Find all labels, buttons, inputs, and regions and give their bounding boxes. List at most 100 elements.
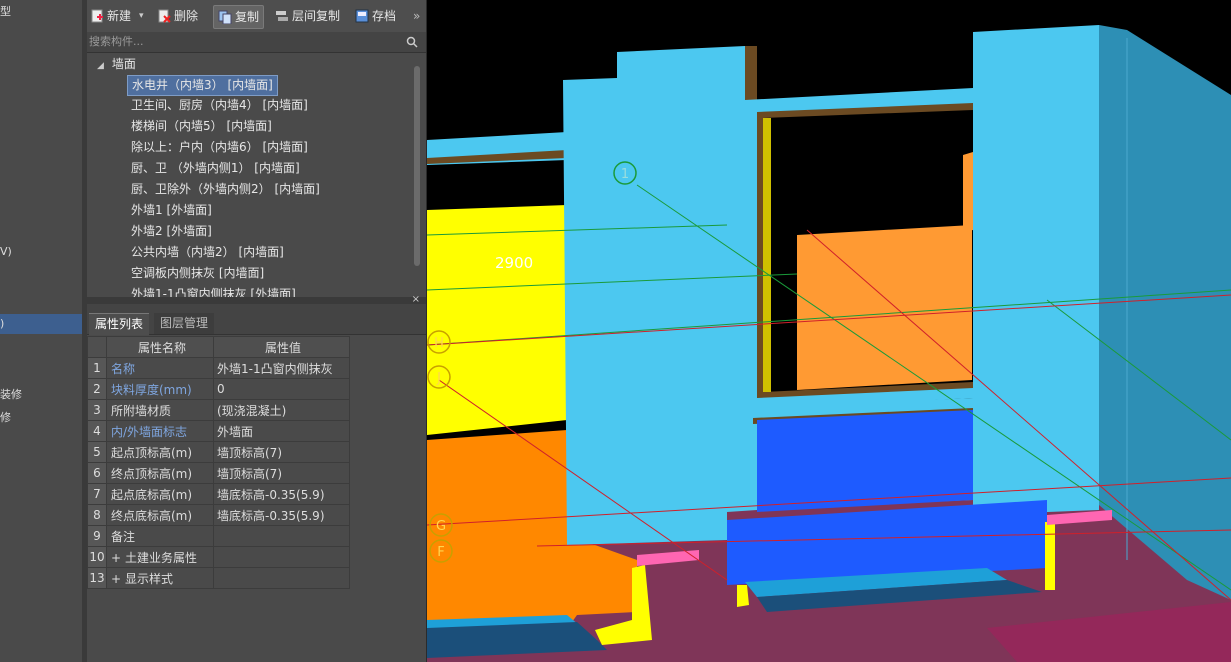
axis-marker-1: 1 <box>621 167 629 182</box>
property-name: 所附墙材质 <box>106 399 214 421</box>
property-value[interactable]: 外墙面 <box>213 420 350 442</box>
left-nav-panel: 型 V) ) 装修 修 <box>0 0 83 662</box>
property-name: 起点底标高(m) <box>106 483 214 505</box>
property-value <box>213 546 350 568</box>
tree-item-selected[interactable]: 水电井（内墙3） [内墙面] <box>127 75 278 96</box>
copy-button[interactable]: 复制 <box>213 5 265 29</box>
left-nav-item[interactable]: 装修 <box>0 385 82 405</box>
property-value[interactable]: 墙底标高-0.35(5.9) <box>213 504 350 526</box>
left-nav-item-label: 装修 <box>0 388 22 401</box>
tree-item-label: 水电井（内墙3） [内墙面] <box>132 78 273 92</box>
archive-icon <box>355 9 369 23</box>
row-number: 8 <box>87 504 107 526</box>
new-dropdown-arrow[interactable]: ▾ <box>139 5 144 27</box>
property-row[interactable]: 7 起点底标高(m) 墙底标高-0.35(5.9) <box>87 483 350 505</box>
property-row[interactable]: 3 所附墙材质 (现浇混凝土) <box>87 399 350 421</box>
property-name: 显示样式 <box>125 571 174 586</box>
interior-orange-strip <box>963 152 973 232</box>
tab-property-list[interactable]: 属性列表 <box>89 313 150 335</box>
axis-marker-j: J <box>436 371 441 386</box>
tree-item-label: 除以上：户内（内墙6） [内墙面] <box>131 140 308 154</box>
floor-copy-button[interactable]: 层间复制 <box>275 5 340 27</box>
toolbar-more-glyph: » <box>413 9 421 23</box>
property-row[interactable]: 5 起点顶标高(m) 墙顶标高(7) <box>87 441 350 463</box>
left-nav-item-selected[interactable]: ) <box>0 314 82 334</box>
tab-layer-management[interactable]: 图层管理 <box>154 313 215 334</box>
search-icon[interactable] <box>406 36 418 48</box>
property-row[interactable]: 1 名称 外墙1-1凸窗内侧抹灰 <box>87 357 350 379</box>
property-row[interactable]: 6 终点顶标高(m) 墙顶标高(7) <box>87 462 350 484</box>
left-nav-item[interactable]: 修 <box>0 408 82 428</box>
left-nav-item-label: 型 <box>0 5 11 18</box>
tree-item[interactable]: 公共内墙（内墙2） [内墙面] <box>127 243 288 262</box>
3d-viewport[interactable]: 1 H J G F 2900 <box>427 0 1231 662</box>
component-search-bar <box>87 32 426 53</box>
panel-splitter[interactable]: × <box>87 294 426 305</box>
row-number: 1 <box>87 357 107 379</box>
property-name: 终点顶标高(m) <box>106 462 214 484</box>
archive-button-label: 存档 <box>372 9 397 23</box>
tree-item[interactable]: 空调板内侧抹灰 [内墙面] <box>127 264 268 283</box>
delete-button[interactable]: 删除 <box>157 5 198 27</box>
tree-item[interactable]: 外墙1 [外墙面] <box>127 201 216 220</box>
new-icon <box>91 9 103 23</box>
row-number: 9 <box>87 525 107 547</box>
property-group-row[interactable]: 13 + 显示样式 <box>87 567 350 589</box>
properties-panel: 属性列表 图层管理 属性名称 属性值 1 名称 外墙1-1凸窗内侧抹灰 2 块料厚度(… <box>87 304 426 662</box>
tree-item[interactable]: 除以上：户内（内墙6） [内墙面] <box>127 138 312 157</box>
tree-item[interactable]: 外墙2 [外墙面] <box>127 222 216 241</box>
property-value[interactable]: 墙底标高-0.35(5.9) <box>213 483 350 505</box>
window-jamb <box>763 118 771 392</box>
property-value[interactable] <box>213 525 350 547</box>
property-value[interactable]: 0 <box>213 378 350 400</box>
copy-button-label: 复制 <box>235 10 260 24</box>
tree-item[interactable]: 楼梯间（内墙5） [内墙面] <box>127 117 276 136</box>
property-row[interactable]: 8 终点底标高(m) 墙底标高-0.35(5.9) <box>87 504 350 526</box>
left-nav-item[interactable]: V) <box>0 242 82 262</box>
central-column <box>563 46 757 545</box>
floor-copy-button-label: 层间复制 <box>292 9 341 23</box>
property-value[interactable]: 墙顶标高(7) <box>213 462 350 484</box>
tree-item[interactable]: 厨、卫除外（外墙内侧2） [内墙面] <box>127 180 324 199</box>
row-number: 2 <box>87 378 107 400</box>
property-value[interactable]: 外墙1-1凸窗内侧抹灰 <box>213 357 350 379</box>
property-row[interactable]: 9 备注 <box>87 525 350 547</box>
toolbar-more-icon[interactable]: » <box>413 5 420 27</box>
tree-item-label: 楼梯间（内墙5） [内墙面] <box>131 119 272 133</box>
left-nav-item-label: ) <box>0 317 5 330</box>
archive-button[interactable]: 存档 <box>355 5 396 27</box>
component-tree: ◢ 墙面 水电井（内墙3） [内墙面] 卫生间、厨房（内墙4） [内墙面] 楼梯间… <box>87 53 426 297</box>
left-nav-item-label: 修 <box>0 411 11 424</box>
blue-bay-window-upper <box>757 410 973 512</box>
property-value[interactable]: 墙顶标高(7) <box>213 441 350 463</box>
component-panel: 新建 ▾ 删除 复制 层间复制 存档 » ◢ 墙面 水电井（内墙3） [内墙面] … <box>87 0 427 662</box>
tree-item[interactable]: 卫生间、厨房（内墙4） [内墙面] <box>127 96 312 115</box>
property-name: 土建业务属性 <box>125 550 198 565</box>
expand-plus-icon[interactable]: + <box>111 551 121 565</box>
component-search-input[interactable] <box>89 33 399 50</box>
row-number: 10 <box>87 546 107 568</box>
tree-item-label: 卫生间、厨房（内墙4） [内墙面] <box>131 98 308 112</box>
tree-item-label: 空调板内侧抹灰 [内墙面] <box>131 266 265 280</box>
property-row[interactable]: 4 内/外墙面标志 外墙面 <box>87 420 350 442</box>
tree-scrollbar[interactable] <box>414 66 420 266</box>
tree-item-label: 厨、卫 （外墙内侧1） [内墙面] <box>131 161 300 175</box>
name-column-header: 属性名称 <box>106 336 214 358</box>
tab-label: 属性列表 <box>95 317 144 331</box>
property-name: 备注 <box>106 525 214 547</box>
grid-header-row: 属性名称 属性值 <box>87 336 350 358</box>
expand-plus-icon[interactable]: + <box>111 572 121 586</box>
property-name: 块料厚度(mm) <box>106 378 214 400</box>
row-number: 5 <box>87 441 107 463</box>
tree-item[interactable]: 外墙1-1凸窗内侧抹灰 [外墙面] <box>127 285 300 297</box>
3d-model-render: 1 H J G F 2900 <box>427 0 1231 662</box>
left-nav-item[interactable]: 型 <box>0 2 82 22</box>
collapse-triangle-icon[interactable]: ◢ <box>97 61 104 71</box>
property-group-row[interactable]: 10 + 土建业务属性 <box>87 546 350 568</box>
property-value[interactable]: (现浇混凝土) <box>213 399 350 421</box>
property-row[interactable]: 2 块料厚度(mm) 0 <box>87 378 350 400</box>
new-button[interactable]: 新建 <box>90 5 131 27</box>
tree-root-wall-surface[interactable]: ◢ 墙面 <box>97 55 136 73</box>
tree-item-label: 公共内墙（内墙2） [内墙面] <box>131 245 284 259</box>
tree-item[interactable]: 厨、卫 （外墙内侧1） [内墙面] <box>127 159 304 178</box>
